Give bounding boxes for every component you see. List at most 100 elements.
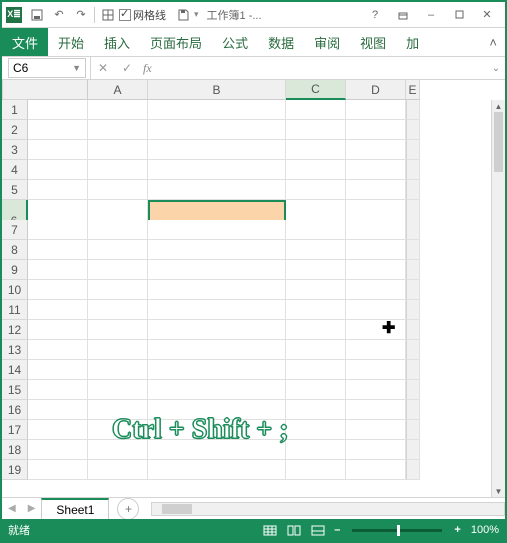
cell[interactable]	[28, 100, 88, 120]
cell[interactable]	[148, 360, 286, 380]
cell[interactable]	[88, 380, 148, 400]
tab-insert[interactable]: 插入	[94, 28, 140, 56]
cell[interactable]	[346, 380, 406, 400]
tab-addins[interactable]: 加	[396, 28, 429, 56]
cell[interactable]	[88, 300, 148, 320]
maximize-button[interactable]	[445, 4, 473, 26]
cell[interactable]	[88, 420, 148, 440]
qat-save-icon[interactable]	[26, 4, 48, 26]
tab-view[interactable]: 视图	[350, 28, 396, 56]
col-header[interactable]: D	[346, 80, 406, 100]
scroll-up-icon[interactable]: ▲	[492, 100, 505, 112]
row-header[interactable]: 11	[2, 300, 28, 320]
cell[interactable]	[286, 400, 346, 420]
cell[interactable]	[88, 220, 148, 240]
row-header[interactable]: 2	[2, 120, 28, 140]
cell[interactable]	[286, 120, 346, 140]
cell[interactable]	[88, 280, 148, 300]
row-header[interactable]: 9	[2, 260, 28, 280]
new-sheet-button[interactable]: +	[117, 498, 139, 520]
cell[interactable]	[88, 340, 148, 360]
help-button[interactable]: ?	[361, 4, 389, 26]
tab-review[interactable]: 审阅	[304, 28, 350, 56]
row-header[interactable]: 19	[2, 460, 28, 480]
cell[interactable]	[346, 260, 406, 280]
cell[interactable]	[286, 260, 346, 280]
row-header[interactable]: 8	[2, 240, 28, 260]
cell[interactable]	[346, 280, 406, 300]
cell[interactable]	[286, 420, 346, 440]
tab-nav-prev-icon[interactable]: ◀	[2, 503, 22, 514]
row-header[interactable]: 17	[2, 420, 28, 440]
cell[interactable]	[346, 460, 406, 480]
cell[interactable]	[28, 280, 88, 300]
cell[interactable]	[286, 140, 346, 160]
cell[interactable]	[88, 260, 148, 280]
sheet-tab[interactable]: Sheet1	[41, 498, 109, 519]
tab-page-layout[interactable]: 页面布局	[140, 28, 212, 56]
cell[interactable]	[346, 300, 406, 320]
col-header[interactable]: B	[148, 80, 286, 100]
cell[interactable]	[148, 140, 286, 160]
qat-borders-icon[interactable]	[97, 4, 119, 26]
tab-formulas[interactable]: 公式	[212, 28, 258, 56]
cell[interactable]	[88, 440, 148, 460]
vertical-scroll-thumb[interactable]	[494, 112, 503, 172]
cell[interactable]	[88, 140, 148, 160]
row-header[interactable]: 16	[2, 400, 28, 420]
collapse-ribbon-icon[interactable]: ˄	[481, 28, 505, 56]
cell[interactable]	[28, 120, 88, 140]
row-header[interactable]: 15	[2, 380, 28, 400]
cell[interactable]	[28, 360, 88, 380]
cell[interactable]	[148, 340, 286, 360]
tab-file[interactable]: 文件	[2, 28, 48, 56]
qat-save2-icon[interactable]	[172, 4, 194, 26]
cell[interactable]	[28, 240, 88, 260]
cell[interactable]	[286, 360, 346, 380]
cell[interactable]	[88, 240, 148, 260]
horizontal-scroll-thumb[interactable]	[162, 504, 192, 514]
cell[interactable]	[346, 140, 406, 160]
cell[interactable]	[28, 320, 88, 340]
cell[interactable]	[286, 460, 346, 480]
cell[interactable]	[148, 460, 286, 480]
cell[interactable]	[148, 160, 286, 180]
name-box-dropdown-icon[interactable]: ▼	[72, 63, 81, 73]
cancel-icon[interactable]: ✕	[91, 58, 115, 78]
cell[interactable]	[28, 420, 88, 440]
cell[interactable]	[346, 160, 406, 180]
cell[interactable]	[286, 380, 346, 400]
cell[interactable]	[346, 400, 406, 420]
cell[interactable]	[286, 280, 346, 300]
cell[interactable]	[148, 440, 286, 460]
cell[interactable]	[148, 380, 286, 400]
cell[interactable]	[88, 160, 148, 180]
row-header[interactable]: 1	[2, 100, 28, 120]
col-header[interactable]: C	[286, 80, 346, 100]
cell[interactable]	[28, 220, 88, 240]
cell[interactable]	[286, 340, 346, 360]
row-header[interactable]: 13	[2, 340, 28, 360]
cell[interactable]	[148, 100, 286, 120]
cell[interactable]	[28, 440, 88, 460]
row-header[interactable]: 10	[2, 280, 28, 300]
cell[interactable]	[148, 240, 286, 260]
cell[interactable]	[346, 340, 406, 360]
row-header[interactable]: 5	[2, 180, 28, 200]
cell[interactable]	[346, 320, 406, 340]
cell[interactable]	[88, 460, 148, 480]
cell[interactable]	[346, 100, 406, 120]
row-header[interactable]: 14	[2, 360, 28, 380]
qat-undo-icon[interactable]: ↶	[48, 4, 70, 26]
zoom-slider[interactable]	[352, 529, 442, 532]
cell[interactable]	[28, 460, 88, 480]
cell[interactable]	[88, 320, 148, 340]
enter-icon[interactable]: ✓	[115, 58, 139, 78]
cell[interactable]	[148, 400, 286, 420]
cell[interactable]	[286, 100, 346, 120]
cell[interactable]	[286, 320, 346, 340]
name-box[interactable]: C6 ▼	[8, 58, 86, 78]
page-break-view-icon[interactable]	[307, 522, 329, 538]
fx-icon[interactable]: fx	[139, 61, 156, 76]
normal-view-icon[interactable]	[259, 522, 281, 538]
